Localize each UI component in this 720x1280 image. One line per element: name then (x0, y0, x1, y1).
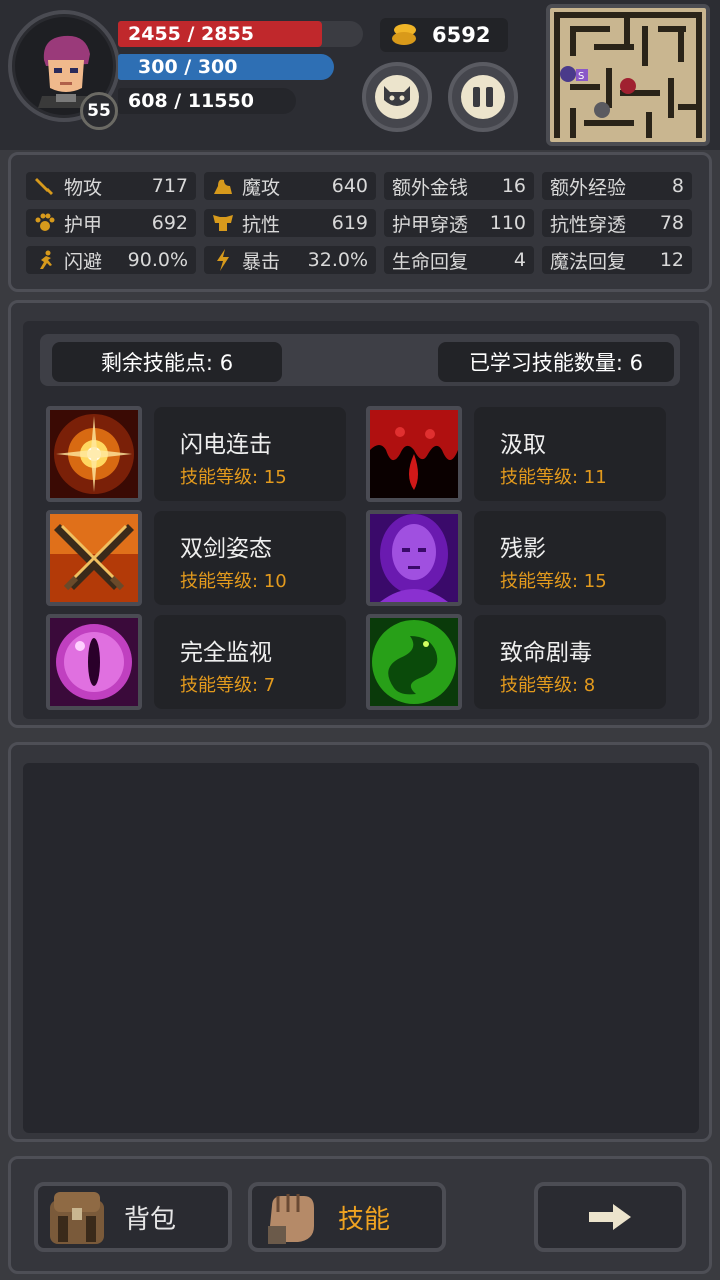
bag-label: 背包 (124, 1204, 177, 1235)
skill-level: 技能等级: 11 (500, 467, 607, 488)
pause-button[interactable] (448, 62, 518, 132)
skill-card[interactable]: 致命剧毒技能等级: 8 (474, 615, 666, 709)
crossed-swords-icon[interactable] (46, 510, 142, 606)
skill-button[interactable]: 技能 (248, 1182, 446, 1252)
stat-cell: 暴击 32.0% (204, 246, 376, 274)
stat-cell: 魔攻 640 (204, 172, 376, 200)
gold-counter: 6592 (380, 18, 508, 52)
stat-name: 抗性穿透 (550, 213, 627, 236)
stat-value: 8 (671, 175, 684, 197)
stat-value: 619 (331, 212, 368, 234)
minimap-marker-label: S (578, 71, 584, 82)
skill-name: 残影 (500, 536, 546, 562)
skill-card[interactable]: 闪电连击技能等级: 15 (154, 407, 346, 501)
mp-bar: 300 / 300 (118, 54, 334, 80)
stat-cell: 物攻 717 (26, 172, 196, 200)
stat-cell: 护甲穿透 110 (384, 209, 534, 237)
arrow-right-icon (589, 1204, 631, 1230)
stat-value: 90.0% (127, 249, 188, 271)
stat-cell: 额外金钱 16 (384, 172, 534, 200)
stat-value: 12 (659, 249, 684, 271)
skill-name: 闪电连击 (180, 432, 272, 458)
skill-card[interactable]: 残影技能等级: 15 (474, 511, 666, 605)
gold-coin-icon (392, 24, 418, 46)
skill-level: 技能等级: 15 (180, 467, 287, 488)
stat-name: 护甲 (64, 213, 103, 236)
stat-name: 物攻 (64, 176, 103, 199)
skill-name: 汲取 (500, 432, 546, 458)
stat-value: 717 (151, 175, 188, 197)
stat-name: 护甲穿透 (392, 213, 469, 236)
skill-level: 技能等级: 8 (500, 675, 596, 696)
spark-burst-icon[interactable] (46, 406, 142, 502)
eye-icon[interactable] (46, 614, 142, 710)
stat-value: 78 (659, 212, 684, 234)
stat-value: 16 (501, 175, 526, 197)
minimap[interactable]: S (546, 4, 710, 146)
green-serpent-icon[interactable] (366, 614, 462, 710)
stat-cell: 抗性穿透 78 (542, 209, 692, 237)
stat-cell: 魔法回复 12 (542, 246, 692, 274)
next-button[interactable] (534, 1182, 686, 1252)
armor-icon (212, 212, 234, 234)
stat-name: 额外金钱 (392, 176, 469, 199)
paw-icon (34, 212, 56, 234)
monster-button[interactable] (362, 62, 432, 132)
top-hud: 55 2455 / 2855 300 / 300 608 / 11550 659… (0, 0, 720, 150)
blood-drip-icon[interactable] (366, 406, 462, 502)
stat-value: 640 (331, 175, 368, 197)
fist-icon (268, 1194, 314, 1244)
level-badge: 55 (80, 92, 118, 130)
stat-name: 额外经验 (550, 176, 627, 199)
skill-detail-content (23, 763, 699, 1133)
hp-text: 2455 / 2855 (128, 23, 254, 45)
bag-button[interactable]: 背包 (34, 1182, 232, 1252)
stat-name: 抗性 (242, 213, 281, 236)
stat-name: 暴击 (242, 250, 281, 273)
skill-level: 技能等级: 15 (500, 571, 607, 592)
magic-hand-icon (212, 175, 234, 197)
skill-name: 完全监视 (180, 640, 272, 666)
sword-icon (34, 175, 56, 197)
pause-icon (461, 75, 505, 119)
learned-skill-count: 已学习技能数量: 6 (438, 342, 674, 382)
skill-name: 双剑姿态 (180, 536, 272, 562)
lightning-icon (212, 249, 234, 271)
stat-name: 生命回复 (392, 250, 469, 273)
stat-cell: 生命回复 4 (384, 246, 534, 274)
stat-cell: 抗性 619 (204, 209, 376, 237)
running-man-icon (34, 249, 56, 271)
backpack-icon (50, 1192, 104, 1244)
maze-map-icon: S (550, 8, 706, 142)
stat-value: 692 (151, 212, 188, 234)
remaining-skill-points: 剩余技能点: 6 (52, 342, 282, 382)
stat-name: 魔法回复 (550, 250, 627, 273)
monster-face-icon (375, 75, 419, 119)
skill-card[interactable]: 完全监视技能等级: 7 (154, 615, 346, 709)
skill-card[interactable]: 汲取技能等级: 11 (474, 407, 666, 501)
skill-detail-panel (8, 742, 712, 1142)
stat-value: 4 (513, 249, 526, 271)
skill-name: 致命剧毒 (500, 640, 592, 666)
stat-cell: 护甲 692 (26, 209, 196, 237)
xp-bar: 608 / 11550 (118, 88, 296, 114)
skill-level: 技能等级: 10 (180, 571, 287, 592)
stat-cell: 额外经验 8 (542, 172, 692, 200)
stat-value: 110 (489, 212, 526, 234)
skill-card[interactable]: 双剑姿态技能等级: 10 (154, 511, 346, 605)
stat-name: 闪避 (64, 250, 103, 273)
gold-amount: 6592 (432, 23, 491, 47)
stat-name: 魔攻 (242, 176, 281, 199)
skill-level: 技能等级: 7 (180, 675, 276, 696)
stat-value: 32.0% (307, 249, 368, 271)
skill-label: 技能 (338, 1204, 391, 1235)
purple-face-icon[interactable] (366, 510, 462, 606)
stat-cell: 闪避 90.0% (26, 246, 196, 274)
